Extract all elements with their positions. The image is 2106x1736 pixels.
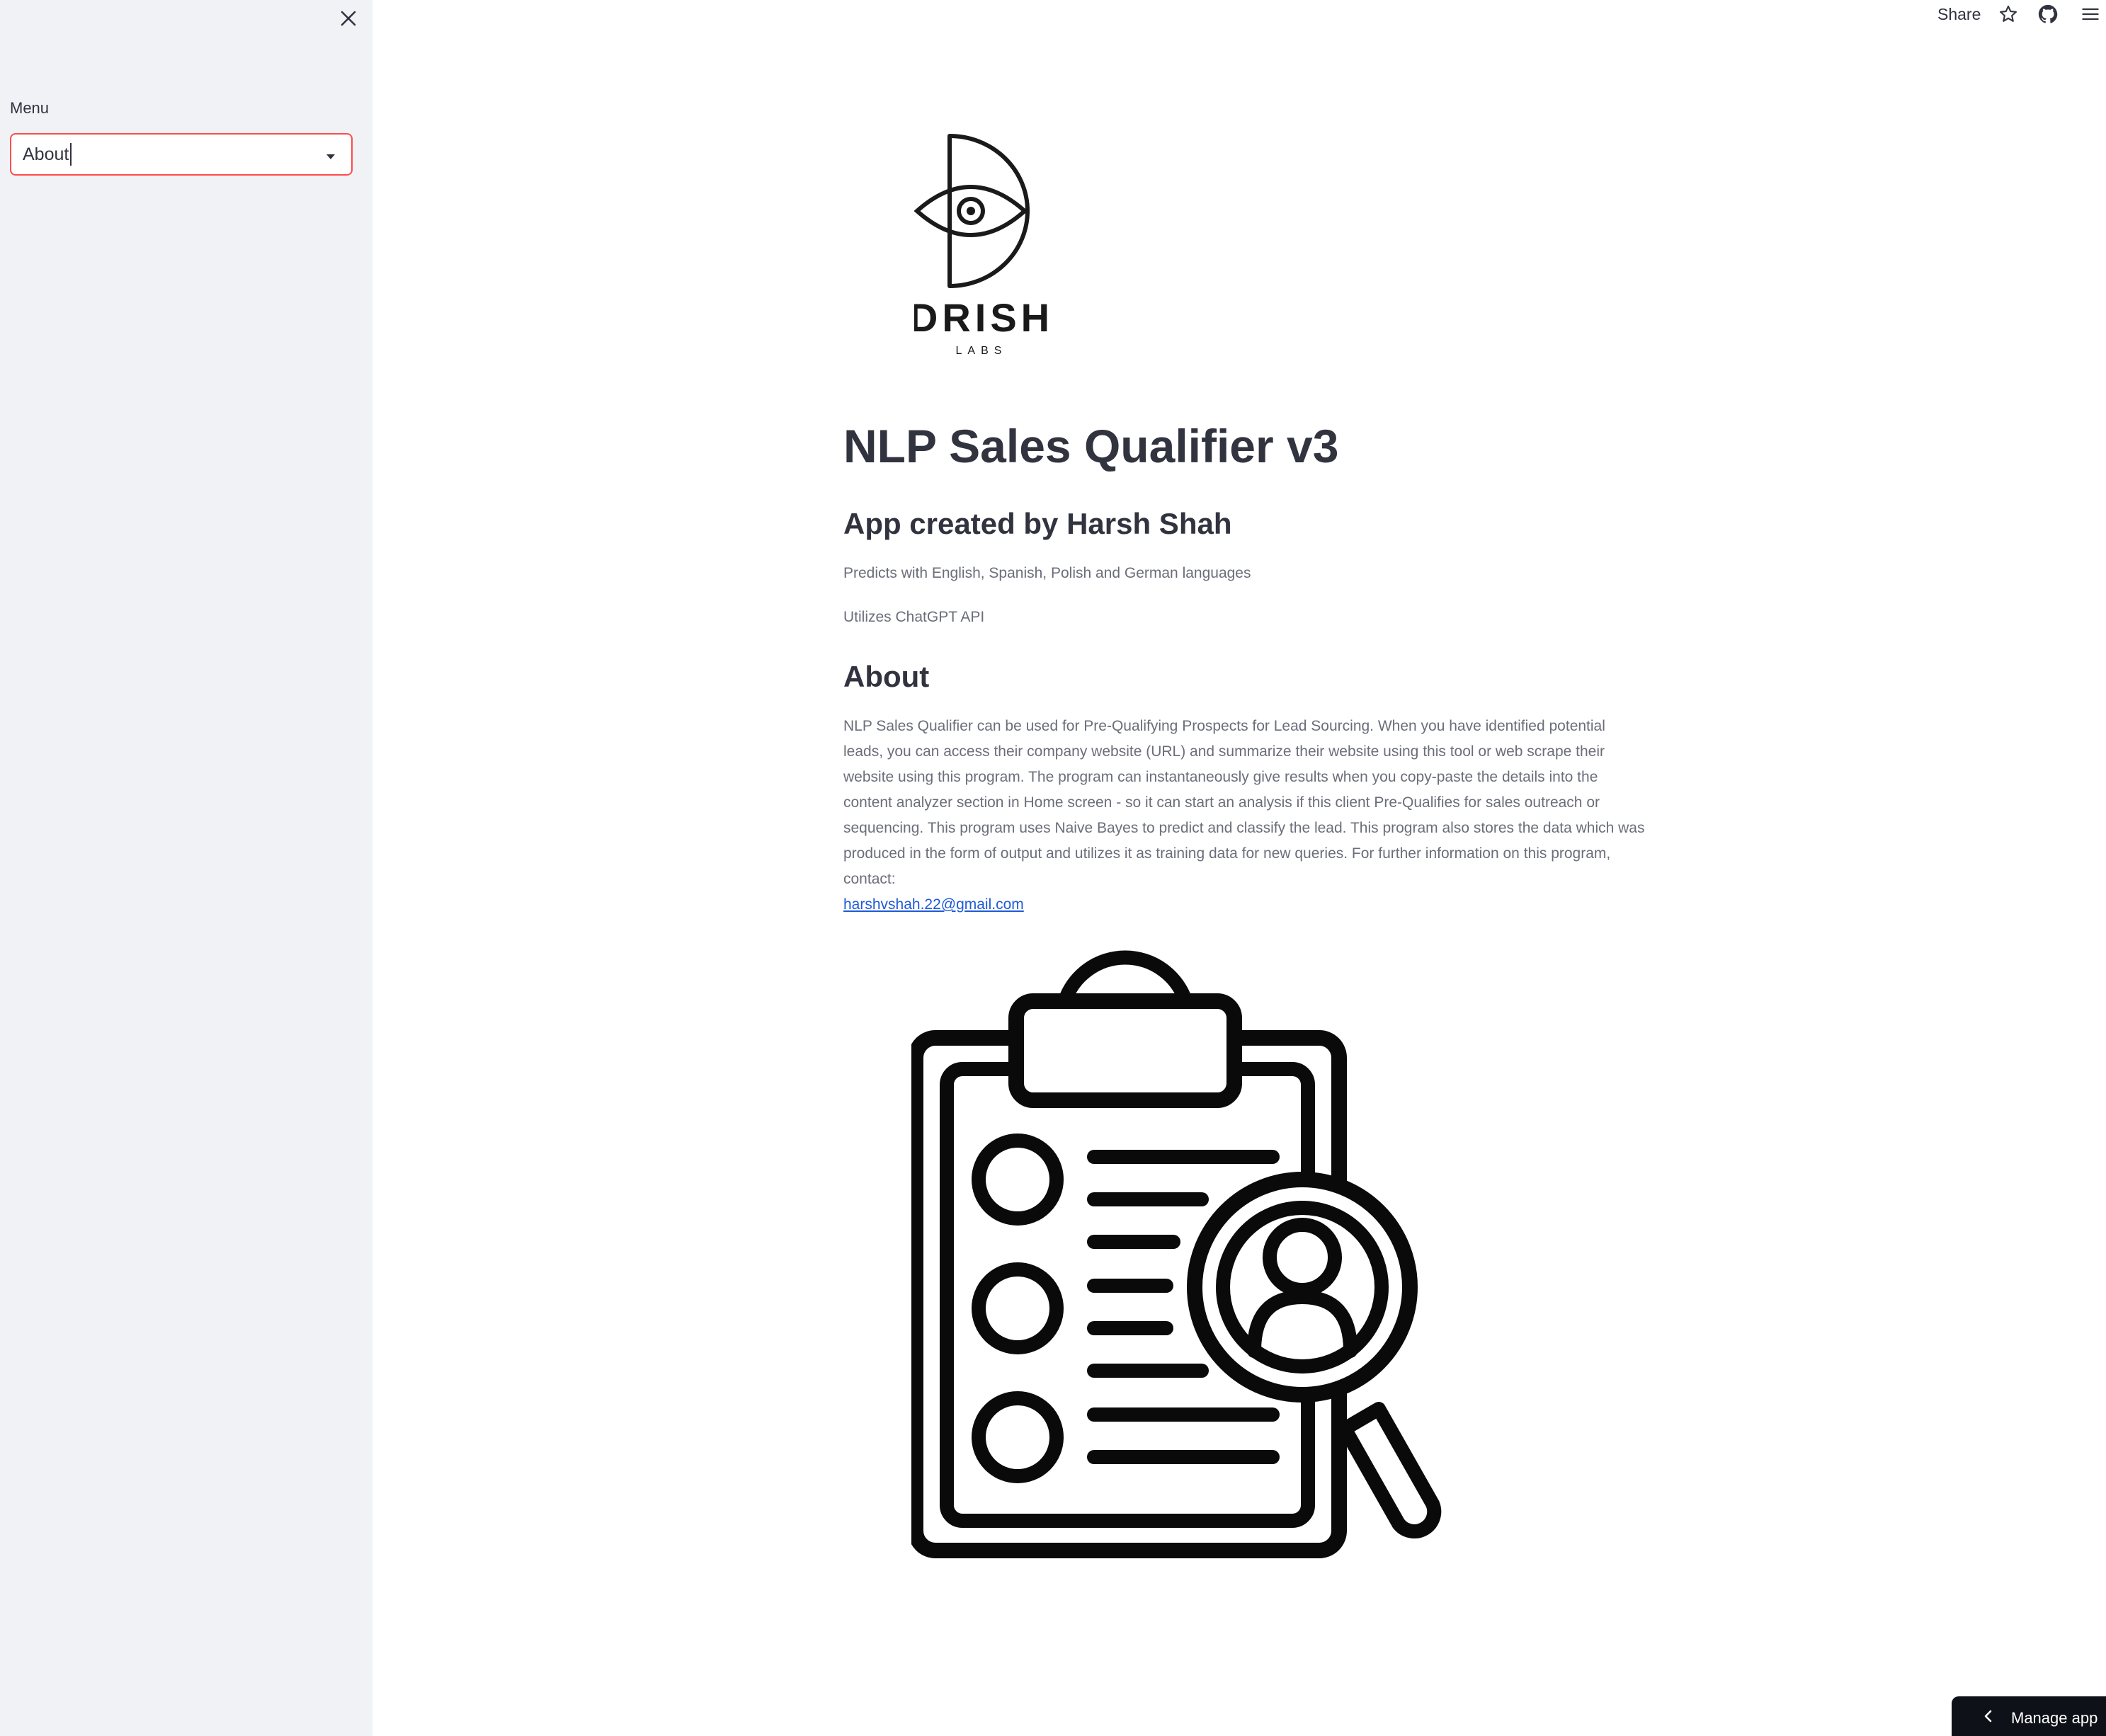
- logo-subtext: LABS: [956, 345, 1008, 357]
- clipboard-search-icon: [911, 950, 1442, 1558]
- page-subtitle: App created by Harsh Shah: [843, 507, 1232, 540]
- about-heading: About: [843, 660, 930, 693]
- logo-wordmark: DRISH: [914, 295, 1049, 340]
- caption-api: Utilizes ChatGPT API: [843, 609, 985, 625]
- share-button[interactable]: Share: [1937, 3, 1981, 25]
- manage-app-label: Manage app: [2011, 1709, 2098, 1727]
- about-text: NLP Sales Qualifier can be used for Pre-…: [843, 718, 1645, 887]
- hamburger-menu-icon[interactable]: [2078, 1, 2103, 27]
- chevron-left-icon: [1984, 1710, 1992, 1723]
- contact-email-link[interactable]: harshvshah.22@gmail.com: [843, 896, 1024, 913]
- chevron-down-icon: [326, 154, 335, 159]
- menu-label: Menu: [10, 99, 50, 117]
- github-icon[interactable]: [2035, 1, 2061, 27]
- menu-select[interactable]: About: [10, 133, 353, 176]
- manage-app-button[interactable]: Manage app: [1952, 1696, 2106, 1736]
- menu-select-value: About: [23, 143, 72, 166]
- app-root: Menu About Share DRISH LABS NLP Sales Qu…: [0, 0, 2106, 1736]
- drish-labs-logo: DRISH LABS: [914, 134, 1049, 357]
- page-title: NLP Sales Qualifier v3: [843, 420, 1339, 472]
- close-icon[interactable]: [333, 3, 364, 34]
- star-icon[interactable]: [1996, 1, 2021, 27]
- about-paragraph: NLP Sales Qualifier can be used for Pre-…: [843, 714, 1647, 918]
- sidebar: Menu About: [0, 0, 372, 1736]
- caption-languages: Predicts with English, Spanish, Polish a…: [843, 565, 1251, 581]
